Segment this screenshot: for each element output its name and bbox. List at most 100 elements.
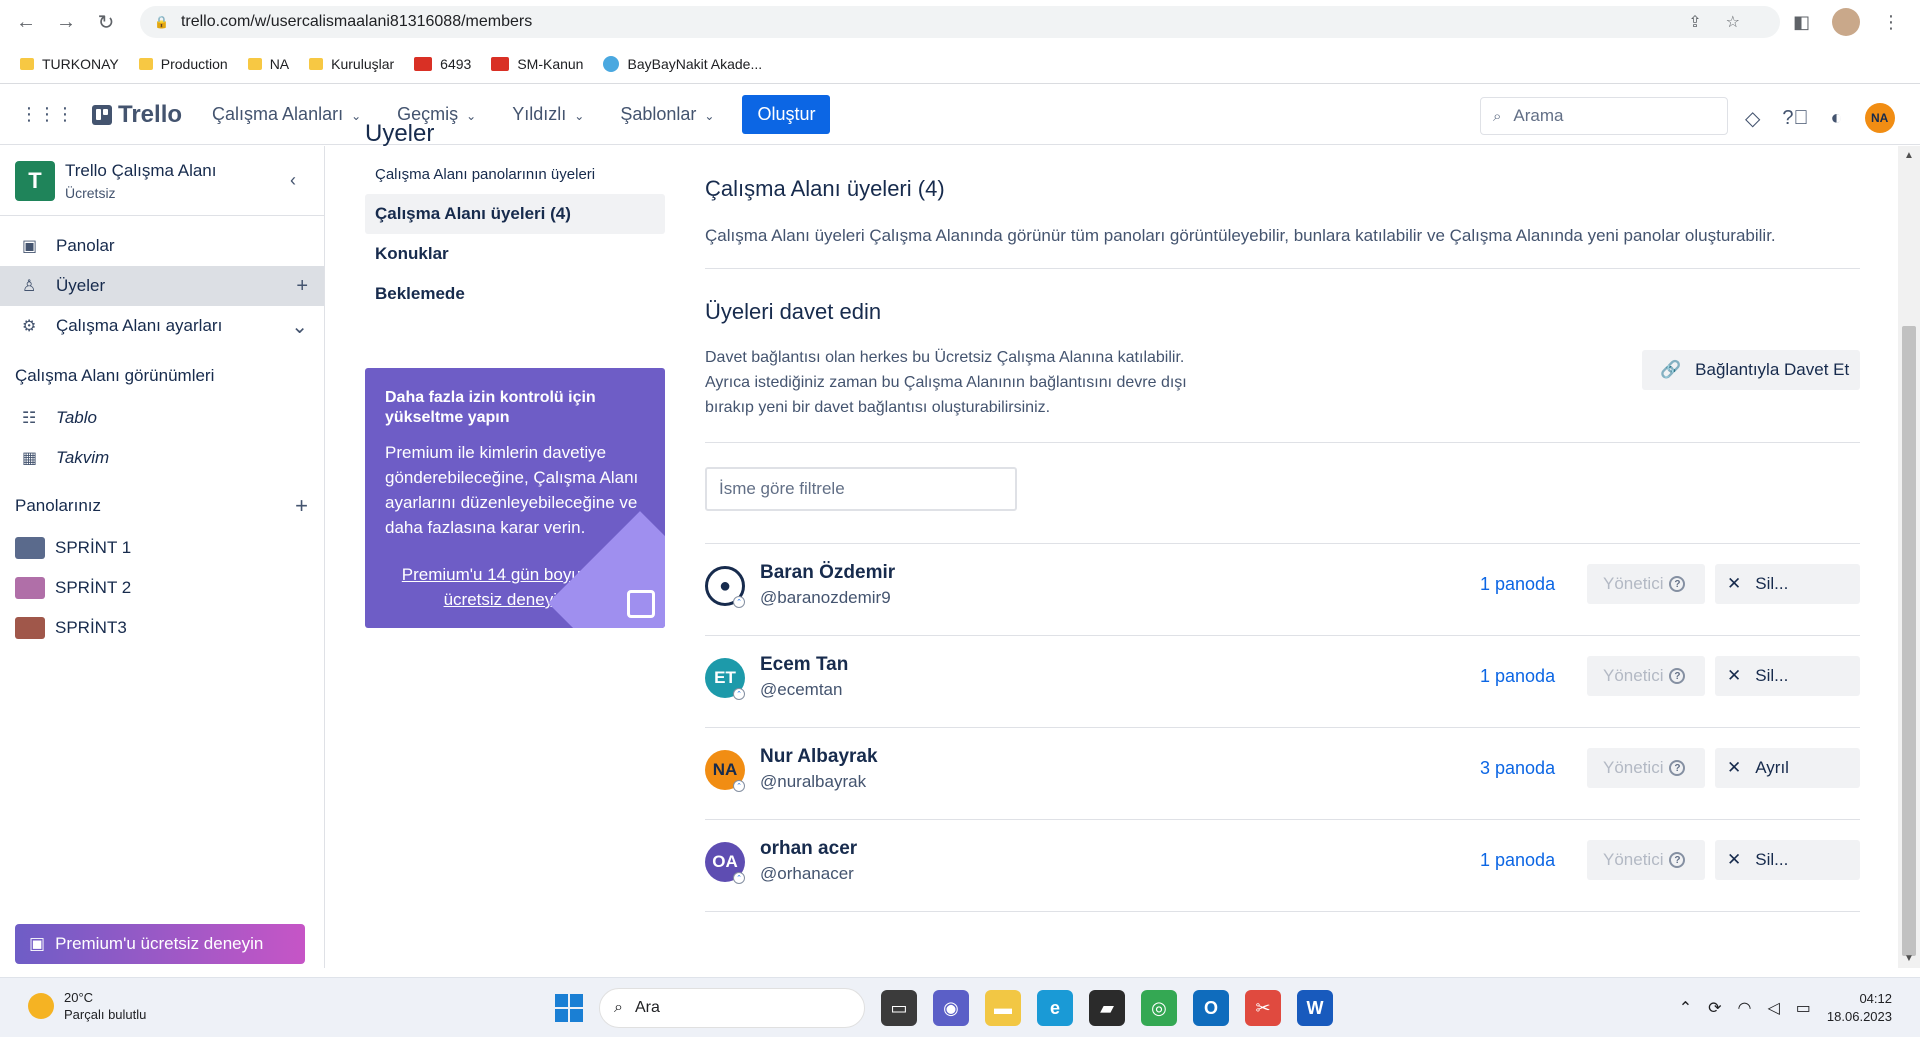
sidebar-board-item[interactable]: SPRİNT 1 [0,528,324,568]
kebab-menu-icon[interactable]: ⋮ [1882,12,1900,33]
role-button[interactable]: Yönetici? [1587,840,1705,880]
role-button[interactable]: Yönetici? [1587,564,1705,604]
site-favicon-icon [414,56,433,71]
scrollbar-thumb[interactable] [1902,326,1916,956]
workspace-plan: Ücretsiz [65,184,116,201]
battery-icon[interactable]: ▭ [1796,998,1811,1018]
members-description: Çalışma Alanı üyeleri Çalışma Alanında g… [705,226,1776,245]
leave-workspace-button[interactable]: ✕ Ayrıl [1715,748,1860,788]
browser-toolbar: ← → ↻ 🔒 trello.com/w/usercalismaalani813… [0,0,1920,44]
outlook-icon[interactable]: O [1193,990,1229,1026]
scroll-up-icon[interactable]: ▲ [1904,150,1914,161]
premium-trial-button[interactable]: ▣ Premium'u ücretsiz deneyin [15,924,305,964]
sidebar-board-item[interactable]: SPRİNT 2 [0,568,324,608]
subnav-pending[interactable]: Beklemede [365,274,665,314]
site-favicon-icon [603,55,620,72]
file-explorer-icon[interactable]: ▬ [985,990,1021,1026]
chevron-down-icon: ⌄ [704,109,715,123]
add-board-icon[interactable]: + [295,493,308,519]
weather-text: Parçalı bulutlu [64,1007,147,1022]
member-boards-link[interactable]: 1 panoda [1480,574,1555,595]
collapse-sidebar-icon[interactable]: ‹ [290,170,296,191]
bookmark-item[interactable]: TURKONAY [20,56,119,72]
sticky-notes-icon[interactable]: ▰ [1089,990,1125,1026]
chrome-icon[interactable]: ◎ [1141,990,1177,1026]
subnav-workspace-members[interactable]: Çalışma Alanı üyeleri (4) [365,194,665,234]
member-name: Ecem Tan [760,654,849,675]
sync-icon[interactable]: ⟳ [1708,998,1721,1018]
forward-arrow-icon[interactable]: → [52,8,80,36]
app-switcher-icon[interactable]: ⋮⋮⋮ [20,104,74,125]
bookmark-item[interactable]: NA [247,56,289,72]
role-button[interactable]: Yönetici? [1587,656,1705,696]
member-boards-link[interactable]: 1 panoda [1480,850,1555,871]
create-button[interactable]: Oluştur [742,95,831,134]
bookmark-item[interactable]: SM-Kanun [491,56,583,72]
start-button[interactable] [555,994,583,1022]
bookmark-item[interactable]: Kuruluşlar [309,56,394,72]
system-clock[interactable]: 04:12 18.06.2023 [1827,990,1892,1026]
sidebar-item-members[interactable]: ♙ Üyeler + [0,266,324,306]
word-icon[interactable]: W [1297,990,1333,1026]
back-arrow-icon[interactable]: ← [12,8,40,36]
folder-icon [247,57,262,70]
chat-icon[interactable]: ◉ [933,990,969,1026]
menu-templates[interactable]: Şablonlar ⌄ [620,104,714,125]
sidebar-board-item[interactable]: SPRİNT3 [0,608,324,648]
task-view-icon[interactable]: ▭ [881,990,917,1026]
address-bar[interactable]: 🔒 trello.com/w/usercalismaalani81316088/… [140,6,1780,38]
close-icon: ✕ [1727,758,1742,777]
member-row: OA ⌃ orhan acer @orhanacer 1 panoda Yöne… [705,820,1860,912]
role-button[interactable]: Yönetici? [1587,748,1705,788]
weather-widget[interactable]: 20°C Parçalı bulutlu [28,990,146,1022]
bookmark-item[interactable]: BayBayNakit Akade... [603,55,762,72]
volume-icon[interactable]: ◁ [1767,998,1779,1018]
theme-toggle-icon[interactable]: ◐ [1831,107,1843,130]
sidebar-item-settings[interactable]: ⚙ Çalışma Alanı ayarları ⌄ [0,306,324,346]
reload-icon[interactable]: ↻ [92,8,120,36]
bookmark-item[interactable]: Production [138,56,228,72]
search-icon: ⌕ [1493,107,1502,125]
member-username: @nuralbayrak [760,772,867,791]
taskbar-search[interactable]: ⌕ Ara [599,988,865,1028]
site-favicon-icon [491,56,510,71]
name-filter-input[interactable]: İsme göre filtrele [705,467,1017,511]
sidebar-toggle-icon[interactable]: ◧ [1793,12,1810,33]
help-icon[interactable]: ?⃝ [1782,107,1808,130]
chevron-down-icon[interactable]: ⌄ [291,314,308,339]
trello-logo[interactable]: Trello [92,101,182,129]
remove-member-button[interactable]: ✕ Sil... [1715,840,1860,880]
remove-member-button[interactable]: ✕ Sil... [1715,656,1860,696]
sidebar-item-boards[interactable]: ▣ Panolar [0,226,324,266]
workspace-name[interactable]: Trello Çalışma Alanı [65,161,216,181]
subnav-board-members[interactable]: Çalışma Alanı panolarının üyeleri [365,154,665,194]
wifi-icon[interactable]: ◠ [1738,998,1752,1018]
sidebar-item-table[interactable]: ☷ Tablo [0,398,324,438]
invite-with-link-button[interactable]: 🔗 Bağlantıyla Davet Et [1642,350,1860,390]
subnav-guests[interactable]: Konuklar [365,234,665,274]
avatar[interactable]: NA [1864,103,1895,133]
snipping-tool-icon[interactable]: ✂ [1245,990,1281,1026]
add-member-icon[interactable]: + [296,275,308,298]
search-input[interactable]: ⌕ Arama [1480,97,1728,135]
members-title: Çalışma Alanı üyeleri (4) [705,176,945,201]
page-scrollbar[interactable]: ▲ ▼ [1898,146,1920,968]
members-panel: Çalışma Alanı üyeleri (4) Çalışma Alanı … [705,146,1860,912]
sidebar-item-calendar[interactable]: ▦ Takvim [0,438,324,478]
menu-recent[interactable]: Geçmiş ⌄ [397,104,476,125]
menu-starred[interactable]: Yıldızlı ⌄ [512,104,584,125]
edge-icon[interactable]: e [1037,990,1073,1026]
notifications-icon[interactable]: ◇ [1745,106,1760,131]
member-boards-link[interactable]: 3 panoda [1480,758,1555,779]
folder-icon [309,57,324,70]
menu-workspaces[interactable]: Çalışma Alanları ⌄ [212,104,361,125]
scroll-down-icon[interactable]: ▼ [1904,953,1914,964]
member-name: Nur Albayrak [760,746,878,767]
bookmark-item[interactable]: 6493 [414,56,471,72]
star-icon[interactable]: ☆ [1726,12,1740,32]
share-icon[interactable]: ⇪ [1688,12,1701,32]
remove-member-button[interactable]: ✕ Sil... [1715,564,1860,604]
browser-profile-avatar[interactable] [1832,8,1860,36]
chevron-up-icon[interactable]: ⌃ [1679,998,1692,1018]
member-boards-link[interactable]: 1 panoda [1480,666,1555,687]
